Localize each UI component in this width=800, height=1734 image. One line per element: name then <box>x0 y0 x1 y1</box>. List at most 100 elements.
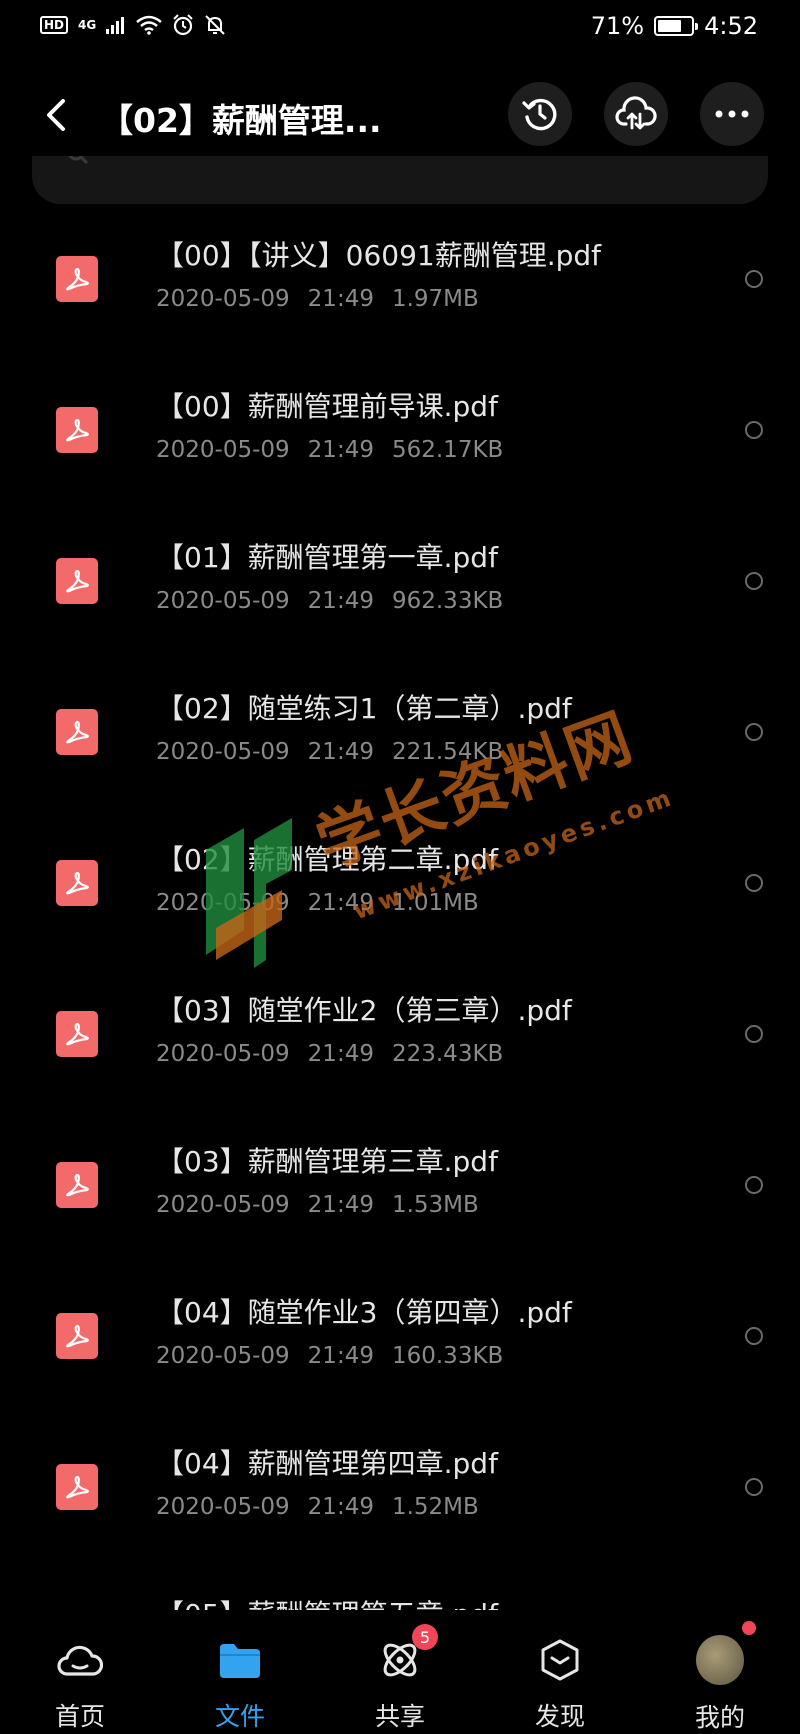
folder-icon <box>220 1643 260 1678</box>
file-date: 2020-05-09 <box>156 1192 290 1218</box>
file-date: 2020-05-09 <box>156 286 290 312</box>
file-row[interactable]: 【00】【讲义】06091薪酬管理.pdf 2020-05-09 21:49 1.97… <box>0 210 800 361</box>
pdf-file-icon <box>56 709 98 755</box>
file-row[interactable]: 【01】薪酬管理第一章.pdf 2020-05-09 21:49 962.33KB <box>0 512 800 663</box>
file-time: 21:49 <box>307 890 374 916</box>
file-time: 21:49 <box>307 286 374 312</box>
tab-files-label: 文件 <box>214 1702 265 1731</box>
tab-home-icon-wrap <box>56 1636 104 1683</box>
battery-level <box>658 20 681 32</box>
file-row[interactable]: 【03】薪酬管理第三章.pdf 2020-05-09 21:49 1.53MB <box>0 1116 800 1267</box>
pdf-file-icon <box>56 860 98 906</box>
file-size: 1.53MB <box>391 1192 479 1218</box>
search-icon <box>68 156 89 165</box>
tab-home[interactable]: 首页 <box>20 1610 140 1733</box>
file-date: 2020-05-09 <box>156 890 290 916</box>
file-time: 21:49 <box>307 1343 374 1369</box>
file-date: 2020-05-09 <box>156 739 290 765</box>
wifi-icon <box>136 15 163 35</box>
clock: 4:52 <box>704 12 758 40</box>
select-radio[interactable] <box>745 723 763 741</box>
file-name: 【05】薪酬管理第五章.pdf <box>156 1593 498 1610</box>
select-radio[interactable] <box>745 1478 763 1496</box>
file-size: 1.01MB <box>391 890 479 916</box>
back-arrow-icon <box>47 99 65 131</box>
tab-files-icon-wrap <box>216 1636 264 1683</box>
file-meta: 2020-05-09 21:49 160.33KB <box>156 1343 503 1369</box>
file-size: 962.33KB <box>391 588 504 614</box>
file-row[interactable]: 【03】随堂作业2（第三章）.pdf 2020-05-09 21:49 223.43K… <box>0 965 800 1116</box>
file-date: 2020-05-09 <box>156 1041 290 1067</box>
pdf-file-icon <box>56 1162 98 1208</box>
file-row[interactable]: 【00】薪酬管理前导课.pdf 2020-05-09 21:49 562.17KB <box>0 361 800 512</box>
file-meta: 2020-05-09 21:49 1.52MB <box>156 1494 479 1520</box>
status-right: 71% 4:52 <box>591 12 758 40</box>
file-meta: 2020-05-09 21:49 223.43KB <box>156 1041 503 1067</box>
select-radio[interactable] <box>745 270 763 288</box>
battery-percent: 71% <box>590 12 645 40</box>
pdf-file-icon <box>56 407 98 453</box>
file-name: 【00】【讲义】06091薪酬管理.pdf <box>156 239 602 272</box>
file-name: 【04】随堂作业3（第四章）.pdf <box>156 1296 572 1329</box>
history-button[interactable] <box>508 82 572 146</box>
mute-bell-icon <box>205 15 225 35</box>
file-size: 221.54KB <box>391 739 504 765</box>
pdf-file-icon <box>56 1464 98 1510</box>
file-name: 【03】薪酬管理第三章.pdf <box>156 1145 498 1178</box>
pdf-file-icon <box>56 558 98 604</box>
file-size: 1.52MB <box>391 1494 479 1520</box>
file-row[interactable]: 【02】随堂练习1（第二章）.pdf 2020-05-09 21:49 221.54K… <box>0 663 800 814</box>
file-row[interactable]: 【05】薪酬管理第五章.pdf <box>0 1569 800 1610</box>
pdf-file-icon <box>56 256 98 302</box>
alarm-icon <box>173 14 193 36</box>
bottom-navigation: 首页 文件 5 共享 发现 我的 <box>0 1610 800 1733</box>
back-button[interactable] <box>36 92 76 138</box>
file-size: 562.17KB <box>391 437 504 463</box>
share-badge: 5 <box>412 1624 438 1650</box>
file-date: 2020-05-09 <box>156 437 290 463</box>
file-meta: 2020-05-09 21:49 562.17KB <box>156 437 503 463</box>
page-title: 【02】薪酬管理... <box>100 101 382 140</box>
search-bar-collapsed[interactable] <box>32 156 768 204</box>
select-radio[interactable] <box>745 874 763 892</box>
file-row[interactable]: 【04】薪酬管理第四章.pdf 2020-05-09 21:49 1.52MB <box>0 1418 800 1569</box>
tab-files[interactable]: 文件 <box>180 1610 300 1733</box>
select-radio[interactable] <box>745 1025 763 1043</box>
discover-box-icon <box>541 1639 579 1680</box>
file-time: 21:49 <box>307 1192 374 1218</box>
file-date: 2020-05-09 <box>156 588 290 614</box>
select-radio[interactable] <box>745 1327 763 1345</box>
file-name: 【04】薪酬管理第四章.pdf <box>156 1447 498 1480</box>
signal-icon <box>106 17 125 34</box>
tab-share-label: 共享 <box>374 1702 425 1731</box>
file-row[interactable]: 【04】随堂作业3（第四章）.pdf 2020-05-09 21:49 160.33K… <box>0 1267 800 1418</box>
status-bar: HD 4G 71% 4:52 <box>0 0 800 56</box>
file-time: 21:49 <box>307 739 374 765</box>
tab-discover[interactable]: 发现 <box>500 1610 620 1733</box>
select-radio[interactable] <box>745 1176 763 1194</box>
file-name: 【02】薪酬管理第二章.pdf <box>156 843 498 876</box>
select-radio[interactable] <box>745 421 763 439</box>
tab-share[interactable]: 5 共享 <box>340 1610 460 1733</box>
app-header: 【02】薪酬管理... <box>0 78 800 152</box>
file-meta: 2020-05-09 21:49 221.54KB <box>156 739 503 765</box>
file-name: 【03】随堂作业2（第三章）.pdf <box>156 994 572 1027</box>
cloud-transfer-button[interactable] <box>604 82 668 146</box>
file-size: 223.43KB <box>391 1041 504 1067</box>
more-button[interactable] <box>700 82 764 146</box>
file-size: 1.97MB <box>391 286 479 312</box>
tab-share-icon-wrap: 5 <box>376 1624 438 1683</box>
tab-mine[interactable]: 我的 <box>660 1610 780 1733</box>
file-list: 【00】【讲义】06091薪酬管理.pdf 2020-05-09 21:49 1.97… <box>0 210 800 1610</box>
file-name: 【02】随堂练习1（第二章）.pdf <box>156 692 572 725</box>
file-name: 【00】薪酬管理前导课.pdf <box>156 390 498 423</box>
file-size: 160.33KB <box>391 1343 504 1369</box>
hd-indicator: HD <box>40 16 69 34</box>
file-date: 2020-05-09 <box>156 1494 290 1520</box>
file-meta: 2020-05-09 21:49 1.01MB <box>156 890 479 916</box>
file-row[interactable]: 【02】薪酬管理第二章.pdf 2020-05-09 21:49 1.01MB <box>0 814 800 965</box>
pdf-file-icon <box>56 1011 98 1057</box>
select-radio[interactable] <box>745 572 763 590</box>
tab-discover-icon-wrap <box>536 1636 584 1683</box>
file-time: 21:49 <box>307 1041 374 1067</box>
